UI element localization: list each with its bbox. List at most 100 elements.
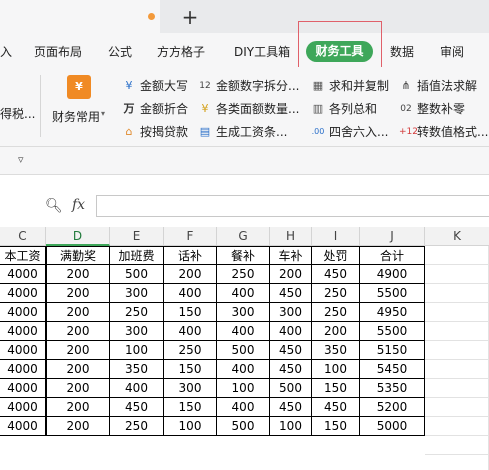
table-cell[interactable]: 4000: [0, 303, 46, 322]
column-header-k[interactable]: K: [425, 227, 489, 246]
menu-data[interactable]: 数据: [390, 43, 414, 60]
table-header-cell[interactable]: 餐补: [217, 246, 270, 265]
table-header-cell[interactable]: 加班费: [110, 246, 164, 265]
table-cell[interactable]: 200: [46, 284, 110, 303]
table-cell[interactable]: 4000: [0, 265, 46, 284]
table-cell[interactable]: 450: [110, 398, 164, 417]
table-cell[interactable]: 200: [46, 360, 110, 379]
finance-common-button[interactable]: ¥ 财务常用 ▾: [52, 75, 110, 135]
table-header-cell[interactable]: 本工资: [0, 246, 46, 265]
sum-copy-button[interactable]: ▦ 求和并复制: [311, 77, 389, 94]
table-cell[interactable]: 200: [46, 417, 110, 436]
table-cell[interactable]: 350: [110, 360, 164, 379]
table-cell[interactable]: 500: [110, 265, 164, 284]
denomination-button[interactable]: ¥ 各类面额数量...: [198, 100, 300, 117]
table-cell[interactable]: 100: [110, 341, 164, 360]
table-cell[interactable]: 4950: [360, 303, 425, 322]
table-cell[interactable]: 300: [270, 303, 312, 322]
payslip-button[interactable]: ▤ 生成工资条...: [198, 123, 288, 140]
column-header-c[interactable]: C: [0, 227, 46, 246]
house-loan-button[interactable]: ⌂ 按揭贷款: [122, 123, 189, 140]
table-cell[interactable]: 450: [270, 284, 312, 303]
table-header-cell[interactable]: 处罚: [312, 246, 360, 265]
column-sum-button[interactable]: ▥ 各列总和: [311, 100, 377, 117]
column-header-f[interactable]: F: [164, 227, 217, 246]
column-header-d[interactable]: D: [46, 227, 110, 246]
table-cell[interactable]: 500: [217, 341, 270, 360]
table-cell[interactable]: 250: [312, 284, 360, 303]
rmb-uppercase-button[interactable]: ¥ 金额大写: [122, 77, 189, 94]
table-cell[interactable]: 100: [217, 379, 270, 398]
plus-icon[interactable]: +: [176, 4, 204, 30]
formula-input[interactable]: [96, 195, 489, 217]
table-cell[interactable]: 400: [217, 322, 270, 341]
menu-diy-toolbox[interactable]: DIY工具箱: [234, 43, 290, 60]
table-cell[interactable]: 200: [46, 341, 110, 360]
table-cell[interactable]: 150: [312, 379, 360, 398]
column-header-h[interactable]: H: [270, 227, 312, 246]
column-header-e[interactable]: E: [110, 227, 164, 246]
table-cell[interactable]: 200: [164, 265, 217, 284]
table-header-cell[interactable]: 合计: [360, 246, 425, 265]
table-cell[interactable]: 100: [270, 417, 312, 436]
table-cell[interactable]: 200: [46, 303, 110, 322]
document-tab[interactable]: [0, 0, 160, 33]
table-cell[interactable]: 450: [270, 398, 312, 417]
table-cell[interactable]: 4000: [0, 379, 46, 398]
table-cell[interactable]: 350: [312, 341, 360, 360]
table-cell[interactable]: 400: [164, 284, 217, 303]
table-cell[interactable]: 400: [217, 284, 270, 303]
table-cell[interactable]: 300: [217, 303, 270, 322]
table-cell[interactable]: 4000: [0, 360, 46, 379]
table-header-cell[interactable]: 话补: [164, 246, 217, 265]
table-cell[interactable]: 400: [110, 379, 164, 398]
table-header-cell[interactable]: 满勤奖: [46, 246, 110, 265]
menu-review[interactable]: 审阅: [440, 43, 464, 60]
table-cell[interactable]: 300: [110, 284, 164, 303]
table-cell[interactable]: 250: [110, 303, 164, 322]
table-cell[interactable]: 4000: [0, 341, 46, 360]
table-cell[interactable]: 4000: [0, 322, 46, 341]
table-cell[interactable]: 200: [312, 322, 360, 341]
table-cell[interactable]: 4000: [0, 284, 46, 303]
table-cell[interactable]: 100: [312, 360, 360, 379]
table-cell[interactable]: 200: [46, 398, 110, 417]
zoom-icon[interactable]: 🔍︎: [45, 198, 63, 214]
table-cell[interactable]: 150: [164, 360, 217, 379]
table-cell[interactable]: 5200: [360, 398, 425, 417]
table-cell[interactable]: 300: [164, 379, 217, 398]
table-cell[interactable]: 4900: [360, 265, 425, 284]
table-cell[interactable]: 250: [164, 341, 217, 360]
table-cell[interactable]: 200: [46, 322, 110, 341]
table-cell[interactable]: 250: [110, 417, 164, 436]
table-cell[interactable]: 150: [164, 303, 217, 322]
table-cell[interactable]: 4000: [0, 417, 46, 436]
table-cell[interactable]: 5000: [360, 417, 425, 436]
table-cell[interactable]: 500: [217, 417, 270, 436]
table-cell[interactable]: 4000: [0, 398, 46, 417]
table-cell[interactable]: 500: [270, 379, 312, 398]
table-cell[interactable]: 5500: [360, 322, 425, 341]
menu-formula[interactable]: 公式: [108, 43, 132, 60]
table-cell[interactable]: 200: [46, 265, 110, 284]
table-cell[interactable]: 400: [217, 360, 270, 379]
table-cell[interactable]: 400: [217, 398, 270, 417]
table-cell[interactable]: 250: [312, 303, 360, 322]
menu-page-layout[interactable]: 页面布局: [34, 43, 82, 60]
fx-icon[interactable]: fx: [72, 197, 85, 213]
table-cell[interactable]: 450: [270, 341, 312, 360]
column-header-i[interactable]: I: [312, 227, 360, 246]
interpolation-button[interactable]: ⋔ 插值法求解: [399, 77, 477, 94]
column-header-g[interactable]: G: [217, 227, 270, 246]
menu-fangfang[interactable]: 方方格子: [157, 43, 205, 60]
table-cell[interactable]: 400: [164, 322, 217, 341]
table-cell[interactable]: 400: [270, 322, 312, 341]
table-cell[interactable]: 150: [312, 417, 360, 436]
table-header-cell[interactable]: 车补: [270, 246, 312, 265]
table-cell[interactable]: 5500: [360, 284, 425, 303]
ribbon-tax-button[interactable]: 得税...: [0, 105, 35, 122]
table-cell[interactable]: 300: [110, 322, 164, 341]
to-number-button[interactable]: +12 转数值格式...: [399, 123, 488, 140]
wan-convert-button[interactable]: 万 金额折合: [122, 100, 189, 117]
table-cell[interactable]: 250: [217, 265, 270, 284]
